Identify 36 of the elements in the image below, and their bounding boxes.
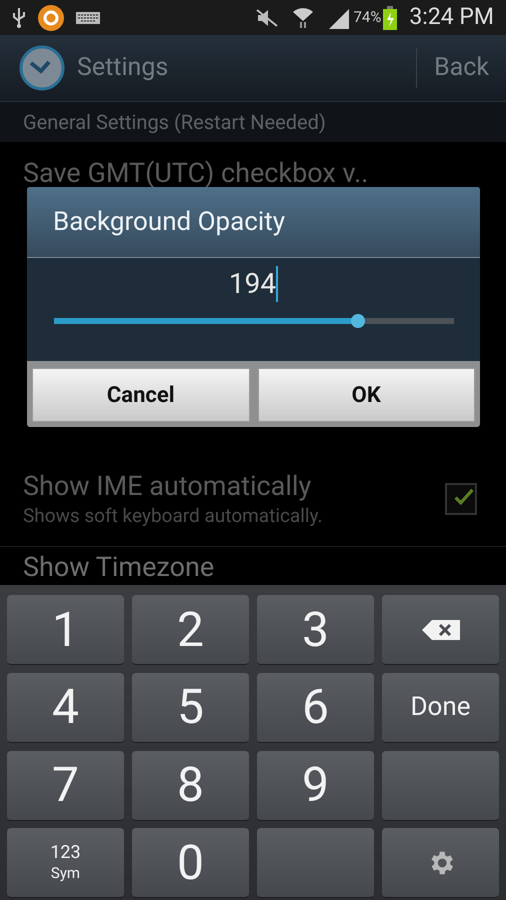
digit-key[interactable]: 4 [7,672,124,743]
setting-title: Save GMT(UTC) checkbox v.. [23,157,368,189]
digit-key[interactable]: 2 [132,595,249,665]
setting-title: Show Timezone [23,551,214,583]
setting-title: Show IME automatically [23,469,312,503]
back-button[interactable]: Back [417,35,506,101]
circle-app-icon [38,4,64,30]
wifi-icon [291,6,316,28]
backspace-icon [420,618,462,642]
keyboard-icon [76,12,100,24]
battery-percent: 74% [353,7,382,28]
clock: 3:24 PM [409,2,494,32]
dialog-title: Background Opacity [53,206,286,238]
settings-key[interactable] [382,828,499,898]
digit-key[interactable]: 8 [132,750,249,820]
done-key[interactable]: Done [382,672,499,743]
usb-icon [12,6,26,28]
setting-summary: Shows soft keyboard automatically. [23,503,324,529]
dialog-button[interactable]: Cancel [32,368,250,422]
digit-key[interactable]: 7 [7,750,124,820]
mute-icon [255,8,280,28]
signal-icon [327,6,352,28]
screen-title: Settings [77,52,170,84]
section-header: General Settings (Restart Needed) [0,102,506,142]
digit-key[interactable]: 6 [257,672,374,743]
backspace-key[interactable] [382,595,499,665]
dialog-button[interactable]: OK [258,368,475,422]
digit-key[interactable]: 9 [257,750,374,820]
checkbox[interactable] [445,483,477,515]
opacity-slider[interactable] [54,314,454,328]
symbols-key[interactable]: 123 Sym [7,828,124,898]
digit-key[interactable]: 3 [257,595,374,665]
digit-key[interactable]: 0 [132,828,249,898]
digit-key[interactable]: 1 [7,595,124,665]
battery-icon [383,6,398,30]
digit-key[interactable]: 5 [132,672,249,743]
